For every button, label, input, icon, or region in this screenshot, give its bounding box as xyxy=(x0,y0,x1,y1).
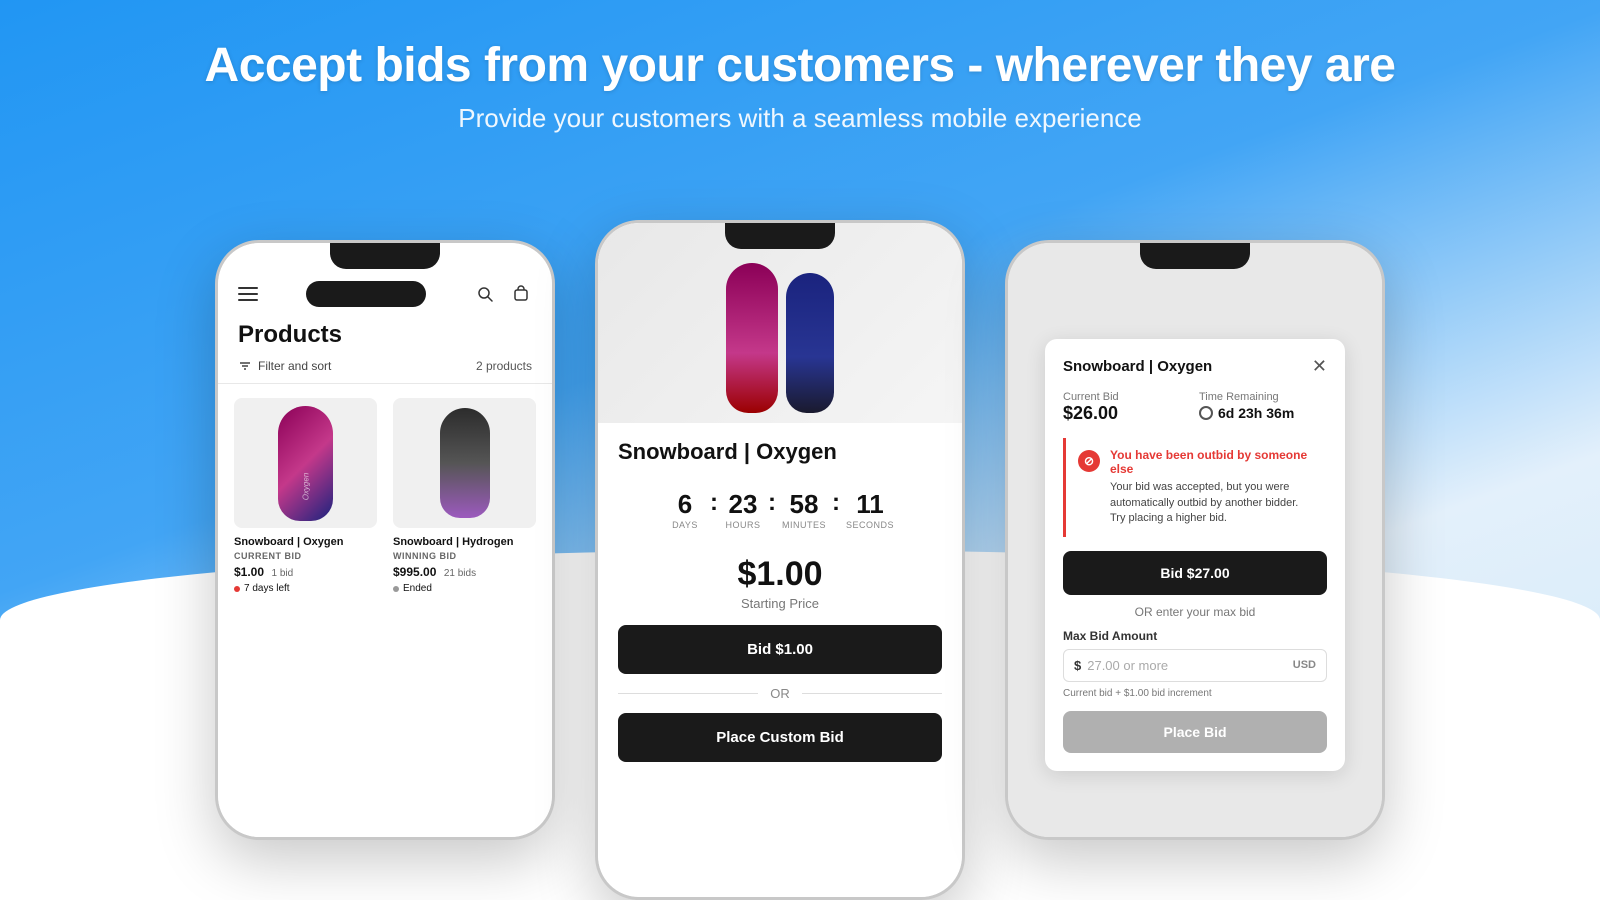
bid-stats: Current Bid $26.00 Time Remaining 6d 23h… xyxy=(1063,391,1327,424)
or-enter-text: OR enter your max bid xyxy=(1063,605,1327,619)
countdown-days: 6 DAYS xyxy=(666,491,704,530)
products-title: Products xyxy=(218,311,552,355)
page-subtitle: Provide your customers with a seamless m… xyxy=(0,103,1600,134)
active-dot xyxy=(234,586,240,592)
or-line-left xyxy=(618,693,758,694)
snowboard-left xyxy=(726,263,778,413)
phone-products: Products Filter and sort 2 products xyxy=(215,240,555,840)
or-divider: OR xyxy=(618,686,942,701)
detail-product-title: Snowboard | Oxygen xyxy=(618,439,942,465)
alert-body: Your bid was accepted, but you were auto… xyxy=(1110,480,1315,526)
bid-button[interactable]: Bid $1.00 xyxy=(618,625,942,674)
product-card-oxygen[interactable]: Snowboard | Oxygen CURRENT BID $1.00 1 b… xyxy=(234,398,377,594)
phone2-notch xyxy=(725,223,835,249)
hamburger-icon[interactable] xyxy=(238,287,258,301)
bid-panel-title: Snowboard | Oxygen xyxy=(1063,358,1212,375)
phone3-notch xyxy=(1140,243,1250,269)
product2-bid-count: 21 bids xyxy=(444,568,476,579)
max-bid-placeholder: 27.00 or more xyxy=(1087,658,1293,673)
starting-price: $1.00 Starting Price xyxy=(618,555,942,611)
sep1: : xyxy=(710,489,718,517)
outbid-alert: ⊘ You have been outbid by someone else Y… xyxy=(1063,438,1327,536)
dollar-sign: $ xyxy=(1074,658,1081,673)
product1-image xyxy=(234,398,377,528)
phone-bid-panel: Snowboard | Oxygen ✕ Current Bid $26.00 … xyxy=(1005,240,1385,840)
countdown-seconds: 11 SECONDS xyxy=(846,491,894,530)
snowboard-oxygen-img xyxy=(278,406,333,521)
countdown-timer: 6 DAYS : 23 HOURS : 58 MINUTES : xyxy=(618,481,942,539)
search-bar xyxy=(306,281,426,307)
phone2-screen: Snowboard | Oxygen 6 DAYS : 23 HOURS : 5… xyxy=(598,223,962,897)
countdown-hours: 23 HOURS xyxy=(724,491,762,530)
sep3: : xyxy=(832,489,840,517)
search-icon[interactable] xyxy=(474,283,496,305)
clock-icon xyxy=(1199,406,1213,420)
product2-status: Ended xyxy=(393,583,432,594)
filter-row: Filter and sort 2 products xyxy=(218,355,552,384)
sep2: : xyxy=(768,489,776,517)
bid-panel-header: Snowboard | Oxygen ✕ xyxy=(1063,357,1327,375)
time-remaining-stat: Time Remaining 6d 23h 36m xyxy=(1199,391,1327,424)
page-title: Accept bids from your customers - wherev… xyxy=(0,38,1600,93)
max-bid-label: Max Bid Amount xyxy=(1063,629,1327,643)
max-bid-input-field[interactable]: $ 27.00 or more USD xyxy=(1063,649,1327,682)
product1-bid-count: 1 bid xyxy=(271,568,293,579)
or-line-right xyxy=(802,693,942,694)
currency-label: USD xyxy=(1293,659,1316,671)
product2-bid-label: WINNING BID xyxy=(393,551,457,561)
product2-name: Snowboard | Hydrogen xyxy=(393,536,513,548)
product1-status: 7 days left xyxy=(234,583,290,594)
product2-price-row: $995.00 21 bids xyxy=(393,563,476,581)
phone1-topbar xyxy=(218,273,552,311)
current-bid-label: Current Bid xyxy=(1063,391,1191,403)
phone3-screen: Snowboard | Oxygen ✕ Current Bid $26.00 … xyxy=(1008,243,1382,837)
time-remaining-label: Time Remaining xyxy=(1199,391,1327,403)
custom-bid-button[interactable]: Place Custom Bid xyxy=(618,713,942,762)
product1-price: $1.00 xyxy=(234,565,264,579)
outbid-icon: ⊘ xyxy=(1078,450,1100,472)
phone1-screen: Products Filter and sort 2 products xyxy=(218,243,552,837)
current-bid-value: $26.00 xyxy=(1063,403,1191,424)
time-remaining-value: 6d 23h 36m xyxy=(1199,405,1327,421)
snowboard-right xyxy=(786,273,834,413)
product-card-hydrogen[interactable]: Snowboard | Hydrogen WINNING BID $995.00… xyxy=(393,398,536,594)
bid-panel: Snowboard | Oxygen ✕ Current Bid $26.00 … xyxy=(1045,339,1345,770)
snowboard-hydrogen-img xyxy=(440,408,490,518)
product1-name: Snowboard | Oxygen xyxy=(234,536,343,548)
products-count: 2 products xyxy=(476,359,532,373)
countdown-minutes: 58 MINUTES xyxy=(782,491,826,530)
filter-icon xyxy=(238,359,252,373)
phones-container: Products Filter and sort 2 products xyxy=(0,220,1600,900)
phone2-content: Snowboard | Oxygen 6 DAYS : 23 HOURS : 5… xyxy=(598,423,962,778)
price-display: $1.00 xyxy=(618,555,942,594)
product1-price-row: $1.00 1 bid xyxy=(234,563,293,581)
phone-detail: Snowboard | Oxygen 6 DAYS : 23 HOURS : 5… xyxy=(595,220,965,900)
product1-bid-label: CURRENT BID xyxy=(234,551,302,561)
or-text: OR xyxy=(770,686,790,701)
filter-sort[interactable]: Filter and sort xyxy=(238,359,331,373)
alert-title: You have been outbid by someone else xyxy=(1110,448,1315,476)
cart-icon[interactable] xyxy=(510,283,532,305)
current-bid-stat: Current Bid $26.00 xyxy=(1063,391,1191,424)
ended-dot xyxy=(393,586,399,592)
place-bid-button[interactable]: Place Bid xyxy=(1063,711,1327,753)
bid-increment-note: Current bid + $1.00 bid increment xyxy=(1063,688,1327,699)
bid-now-button[interactable]: Bid $27.00 xyxy=(1063,551,1327,595)
product2-image xyxy=(393,398,536,528)
product2-price: $995.00 xyxy=(393,565,436,579)
phone1-nav-icons xyxy=(474,283,532,305)
snowboard-pair xyxy=(726,263,834,413)
products-grid: Snowboard | Oxygen CURRENT BID $1.00 1 b… xyxy=(218,384,552,608)
price-subtitle: Starting Price xyxy=(618,596,942,611)
header-section: Accept bids from your customers - wherev… xyxy=(0,0,1600,154)
close-button[interactable]: ✕ xyxy=(1312,357,1327,375)
alert-content: You have been outbid by someone else You… xyxy=(1110,448,1315,526)
product-hero-image xyxy=(598,223,962,423)
phone1-notch xyxy=(330,243,440,269)
